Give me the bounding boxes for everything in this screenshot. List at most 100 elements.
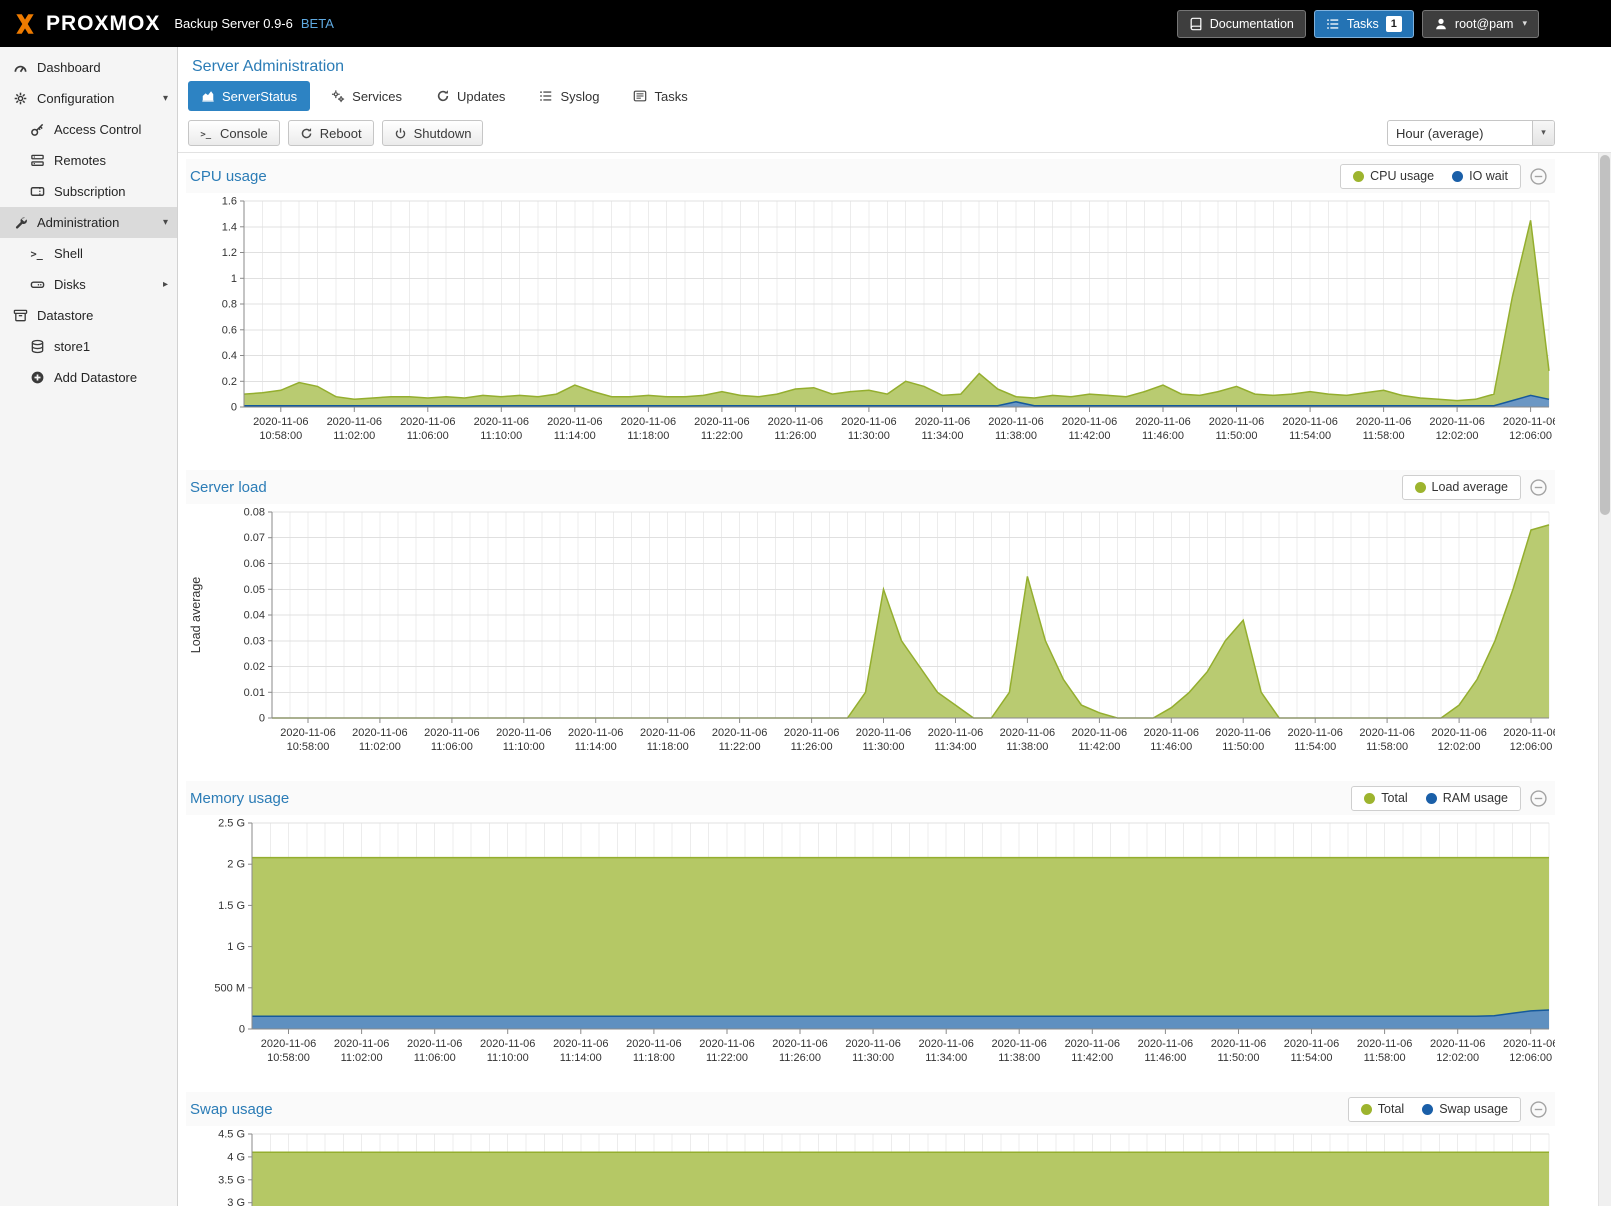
svg-text:11:50:00: 11:50:00 bbox=[1222, 741, 1264, 753]
svg-text:2020-11-06: 2020-11-06 bbox=[1503, 727, 1555, 739]
svg-text:11:06:00: 11:06:00 bbox=[431, 741, 473, 753]
svg-text:2020-11-06: 2020-11-06 bbox=[253, 416, 308, 428]
svg-text:2020-11-06: 2020-11-06 bbox=[474, 416, 529, 428]
svg-text:11:26:00: 11:26:00 bbox=[779, 1052, 821, 1064]
panel-title: CPU usage bbox=[190, 168, 267, 185]
cpu-usage-chart: 00.20.40.60.811.21.41.62020-11-0610:58:0… bbox=[186, 193, 1555, 451]
sidebar-item-configuration[interactable]: Configuration ▾ bbox=[0, 83, 177, 114]
svg-text:0.8: 0.8 bbox=[222, 299, 237, 311]
svg-text:2020-11-06: 2020-11-06 bbox=[915, 416, 970, 428]
chevron-down-icon[interactable]: ▾ bbox=[163, 217, 168, 228]
svg-text:2020-11-06: 2020-11-06 bbox=[1357, 1038, 1412, 1050]
reboot-button[interactable]: Reboot bbox=[288, 120, 374, 146]
scrollbar-thumb[interactable] bbox=[1600, 155, 1610, 515]
series-color-dot bbox=[1426, 793, 1437, 804]
tasks-button[interactable]: Tasks 1 bbox=[1314, 10, 1414, 38]
collapse-icon[interactable] bbox=[1530, 479, 1547, 496]
svg-text:11:02:00: 11:02:00 bbox=[341, 1052, 383, 1064]
chevron-right-icon[interactable]: ▸ bbox=[163, 279, 168, 290]
panel-title: Server load bbox=[190, 479, 267, 496]
svg-text:2020-11-06: 2020-11-06 bbox=[1000, 727, 1055, 739]
svg-text:11:46:00: 11:46:00 bbox=[1144, 1052, 1186, 1064]
svg-text:11:26:00: 11:26:00 bbox=[791, 741, 833, 753]
svg-text:0.02: 0.02 bbox=[244, 661, 265, 673]
collapse-icon[interactable] bbox=[1530, 168, 1547, 185]
user-menu-button[interactable]: root@pam ▾ bbox=[1422, 10, 1539, 38]
svg-text:2020-11-06: 2020-11-06 bbox=[1211, 1038, 1266, 1050]
sidebar-item-datastore[interactable]: Datastore bbox=[0, 300, 177, 331]
shutdown-button[interactable]: Shutdown bbox=[382, 120, 484, 146]
svg-text:11:58:00: 11:58:00 bbox=[1364, 1052, 1406, 1064]
tab-serverstatus[interactable]: ServerStatus bbox=[188, 81, 310, 111]
svg-text:11:46:00: 11:46:00 bbox=[1150, 741, 1192, 753]
vertical-scrollbar[interactable] bbox=[1598, 153, 1611, 1206]
legend-item-io-wait[interactable]: IO wait bbox=[1452, 169, 1508, 183]
sidebar-item-remotes[interactable]: Remotes bbox=[0, 145, 177, 176]
collapse-icon[interactable] bbox=[1530, 790, 1547, 807]
svg-text:11:38:00: 11:38:00 bbox=[998, 1052, 1040, 1064]
book-icon bbox=[1189, 17, 1203, 31]
svg-text:11:34:00: 11:34:00 bbox=[925, 1052, 967, 1064]
svg-text:11:58:00: 11:58:00 bbox=[1363, 430, 1405, 442]
svg-text:2020-11-06: 2020-11-06 bbox=[568, 727, 623, 739]
gear-icon bbox=[13, 91, 28, 106]
documentation-button[interactable]: Documentation bbox=[1177, 10, 1306, 38]
legend-item-load-average[interactable]: Load average bbox=[1415, 480, 1508, 494]
svg-text:4.5 G: 4.5 G bbox=[218, 1129, 245, 1141]
list-icon bbox=[539, 89, 553, 103]
legend-item-cpu-usage[interactable]: CPU usage bbox=[1353, 169, 1434, 183]
sidebar-item-disks[interactable]: Disks ▸ bbox=[0, 269, 177, 300]
task-list-icon bbox=[1326, 17, 1340, 31]
svg-text:11:10:00: 11:10:00 bbox=[503, 741, 545, 753]
svg-text:0.2: 0.2 bbox=[222, 376, 237, 388]
sidebar-item-store1[interactable]: store1 bbox=[0, 331, 177, 362]
svg-text:11:30:00: 11:30:00 bbox=[848, 430, 890, 442]
svg-text:11:46:00: 11:46:00 bbox=[1142, 430, 1184, 442]
page-title: Server Administration bbox=[178, 47, 1611, 81]
sidebar-item-dashboard[interactable]: Dashboard bbox=[0, 52, 177, 83]
svg-text:2020-11-06: 2020-11-06 bbox=[640, 727, 695, 739]
chevron-down-icon[interactable]: ▾ bbox=[1532, 121, 1554, 145]
tab-updates[interactable]: Updates bbox=[423, 81, 518, 111]
legend-item-swap-usage[interactable]: Swap usage bbox=[1422, 1102, 1508, 1116]
legend-item-total-swap[interactable]: Total bbox=[1361, 1102, 1404, 1116]
main-content: Server Administration ServerStatus Servi… bbox=[178, 47, 1611, 1206]
tab-syslog[interactable]: Syslog bbox=[526, 81, 612, 111]
hdd-icon bbox=[30, 277, 45, 292]
svg-text:10:58:00: 10:58:00 bbox=[259, 430, 302, 442]
series-color-dot bbox=[1364, 793, 1375, 804]
chart-legend: CPU usage IO wait bbox=[1340, 164, 1521, 189]
svg-text:1.5 G: 1.5 G bbox=[218, 900, 245, 912]
timeframe-select[interactable]: Hour (average) ▾ bbox=[1387, 120, 1555, 146]
svg-text:1.4: 1.4 bbox=[222, 221, 237, 233]
legend-item-total-memory[interactable]: Total bbox=[1364, 791, 1407, 805]
svg-text:2020-11-06: 2020-11-06 bbox=[1503, 416, 1555, 428]
sidebar-item-administration[interactable]: Administration ▾ bbox=[0, 207, 177, 238]
collapse-icon[interactable] bbox=[1530, 1101, 1547, 1118]
ticket-icon bbox=[30, 184, 45, 199]
sidebar-item-subscription[interactable]: Subscription bbox=[0, 176, 177, 207]
sidebar-item-access-control[interactable]: Access Control bbox=[0, 114, 177, 145]
legend-item-ram-usage[interactable]: RAM usage bbox=[1426, 791, 1508, 805]
svg-text:2.5 G: 2.5 G bbox=[218, 818, 245, 830]
svg-text:2020-11-06: 2020-11-06 bbox=[712, 727, 767, 739]
app-window: PROXMOX Backup Server 0.9-6 BETA Documen… bbox=[0, 0, 1611, 1206]
svg-text:2020-11-06: 2020-11-06 bbox=[1135, 416, 1190, 428]
tab-services[interactable]: Services bbox=[318, 81, 415, 111]
sidebar-item-add-datastore[interactable]: Add Datastore bbox=[0, 362, 177, 393]
tab-tasks[interactable]: Tasks bbox=[620, 81, 700, 111]
console-button[interactable]: >_ Console bbox=[188, 120, 280, 146]
svg-text:2020-11-06: 2020-11-06 bbox=[784, 727, 839, 739]
svg-text:11:14:00: 11:14:00 bbox=[575, 741, 617, 753]
svg-text:11:50:00: 11:50:00 bbox=[1217, 1052, 1259, 1064]
svg-text:2020-11-06: 2020-11-06 bbox=[699, 1038, 754, 1050]
svg-text:11:50:00: 11:50:00 bbox=[1215, 430, 1257, 442]
svg-text:11:10:00: 11:10:00 bbox=[487, 1052, 529, 1064]
svg-text:2020-11-06: 2020-11-06 bbox=[280, 727, 335, 739]
sidebar: Dashboard Configuration ▾ Access Control bbox=[0, 47, 178, 1206]
svg-text:2 G: 2 G bbox=[227, 859, 245, 871]
beta-link[interactable]: BETA bbox=[301, 16, 334, 31]
sidebar-item-shell[interactable]: >_ Shell bbox=[0, 238, 177, 269]
series-color-dot bbox=[1415, 482, 1426, 493]
chevron-down-icon[interactable]: ▾ bbox=[163, 93, 168, 104]
